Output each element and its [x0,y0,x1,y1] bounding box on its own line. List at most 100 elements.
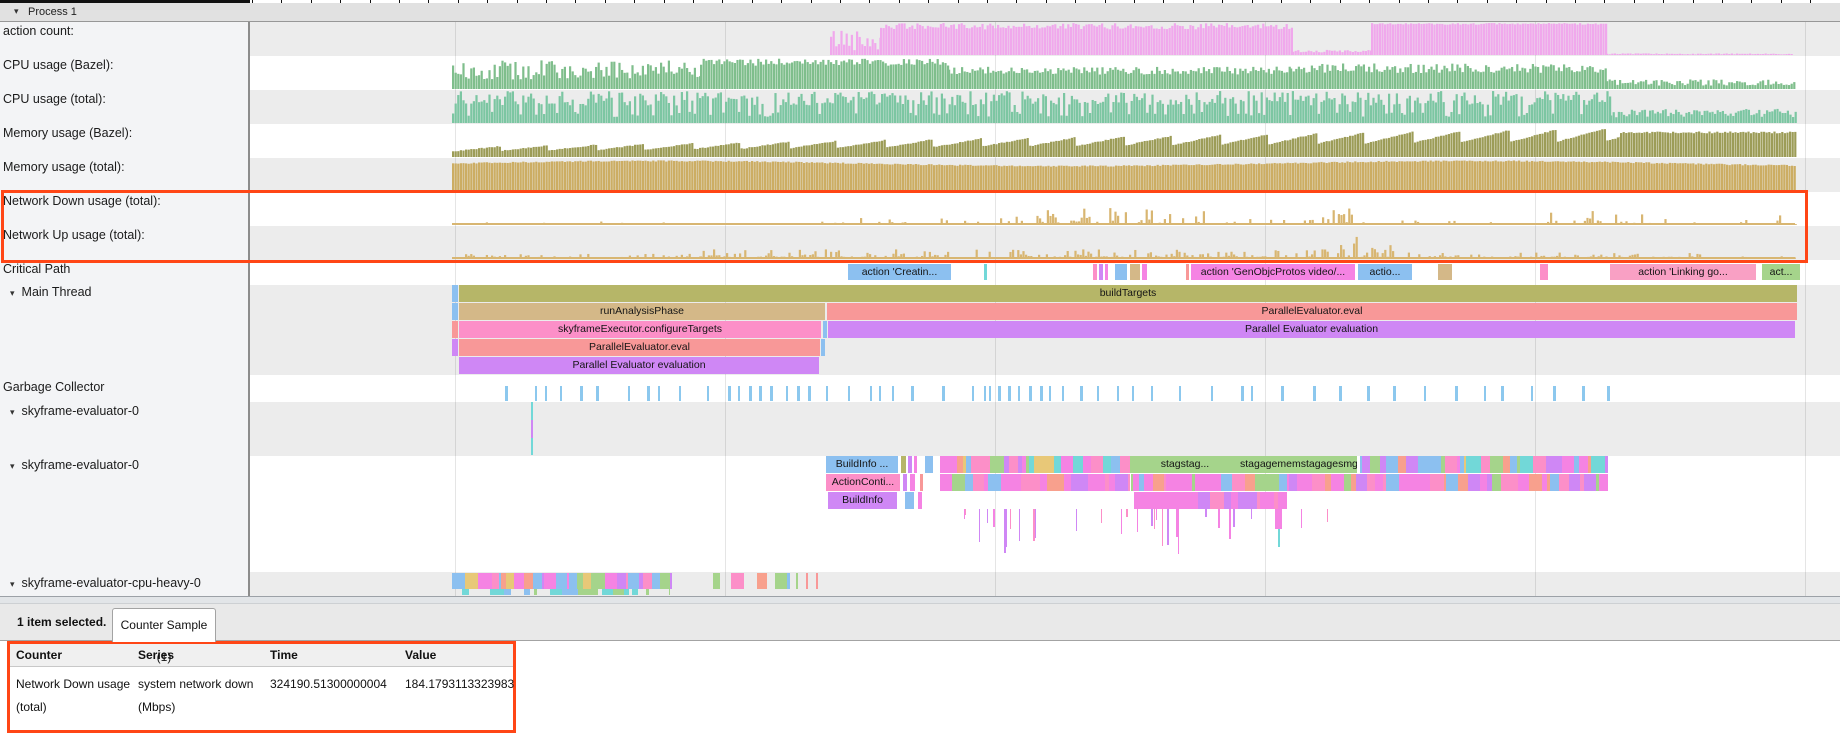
flame-drop-line[interactable] [993,509,995,527]
flame-chip[interactable] [1584,474,1597,491]
flame-line[interactable] [1275,509,1282,529]
gc-event-tick[interactable] [1607,386,1610,401]
timeline-chip[interactable] [920,474,923,491]
gc-event-tick[interactable] [545,386,548,401]
flame-chip[interactable] [965,474,974,491]
flame-chip[interactable] [1344,474,1351,491]
flame-chip[interactable] [1481,456,1490,473]
flame-chip[interactable] [1143,492,1153,509]
timeline-chip[interactable] [1186,264,1189,280]
flame-chip[interactable] [1009,456,1018,473]
flame-drop-line[interactable] [965,509,967,515]
flame-chip[interactable] [1427,456,1437,473]
tab-counter-sample[interactable]: Counter Sample (1) [112,608,216,642]
flame-chip[interactable] [713,573,721,589]
flame-chip[interactable] [1386,456,1397,473]
timeline-chip[interactable] [823,321,827,338]
flame-chip[interactable] [1134,492,1143,509]
flame-chip[interactable] [605,573,617,589]
flame-chip[interactable] [1375,474,1383,491]
timeline-chip[interactable] [1438,264,1452,280]
flame-chip[interactable] [1103,456,1110,473]
flame-chip[interactable] [1289,474,1296,491]
flame-chip[interactable] [558,573,567,589]
collapse-triangle-icon[interactable]: ▾ [10,288,15,298]
sidebar-track-label[interactable]: ▾Main Thread [10,285,91,299]
flame-chip[interactable] [1406,456,1418,473]
flame-drop-line[interactable] [1151,509,1153,526]
timeline-chip[interactable] [910,474,915,491]
flame-chip[interactable] [1446,474,1457,491]
flame-chip[interactable] [1518,474,1529,491]
flame-chip[interactable] [1520,456,1533,473]
flame-chip[interactable] [578,589,585,595]
timeline-span-main-thread-row-2[interactable]: ParallelEvaluator.eval [827,303,1797,320]
flame-chip[interactable] [1232,474,1245,491]
flame-chip[interactable] [1420,474,1427,491]
flame-chip[interactable] [1088,474,1101,491]
flame-chip[interactable] [1009,474,1021,491]
flame-drop-line[interactable] [1121,509,1123,534]
gc-event-tick[interactable] [998,386,1001,401]
flame-chip[interactable] [524,573,533,589]
gc-event-tick[interactable] [770,386,773,401]
flame-chip[interactable] [995,456,1004,473]
flame-drop-line[interactable] [1251,509,1253,519]
flame-chip[interactable] [1370,456,1380,473]
flame-drop-line[interactable] [1126,509,1128,517]
flame-chip[interactable] [1529,474,1543,491]
flame-chip[interactable] [1074,474,1087,491]
flame-drop-line[interactable] [1033,509,1035,541]
flame-chip[interactable] [1153,474,1164,491]
timeline-span-critical-path[interactable]: action 'Creatin... [848,264,951,280]
timeline-chip[interactable] [452,339,458,356]
flame-chip[interactable] [1533,456,1546,473]
flame-chip[interactable] [757,573,767,589]
flame-chip[interactable] [490,589,504,595]
flame-drop-line[interactable] [1178,509,1180,554]
flame-chip[interactable] [452,573,465,589]
gc-event-tick[interactable] [892,386,895,401]
gc-event-tick[interactable] [1484,386,1487,401]
gc-event-tick[interactable] [759,386,762,401]
flame-chip[interactable] [1115,474,1128,491]
flame-chip[interactable] [1186,492,1198,509]
flame-chip[interactable] [1224,492,1231,509]
flame-drop-line[interactable] [987,509,989,523]
flame-line[interactable] [1278,529,1280,547]
flame-drop-line[interactable] [1218,509,1220,528]
sidebar-track-label[interactable]: ▾skyframe-evaluator-0 [10,404,139,418]
gc-event-tick[interactable] [1151,386,1154,401]
flame-chip[interactable] [462,589,469,595]
gc-event-tick[interactable] [1424,386,1427,401]
gc-event-tick[interactable] [1313,386,1316,401]
flame-chip[interactable] [1356,474,1367,491]
timeline-span-critical-path[interactable]: action 'GenObjcProtos video/... [1191,264,1355,280]
flame-chip[interactable] [1501,474,1510,491]
flame-chip[interactable] [534,589,537,595]
gc-event-tick[interactable] [1097,386,1100,401]
flame-chip[interactable] [1591,456,1605,473]
flame-chip[interactable] [1555,456,1562,473]
flame-chip[interactable] [670,573,672,589]
flame-chip[interactable] [952,474,965,491]
timeline-chip[interactable] [918,492,922,509]
flame-chip[interactable] [1210,492,1224,509]
flame-chip[interactable] [1562,456,1575,473]
gc-event-tick[interactable] [679,386,682,401]
flame-chip[interactable] [465,573,478,589]
timeline-span-main-thread-row-1[interactable]: buildTargets [459,285,1797,302]
timeline-span-main-thread-row-4[interactable]: ParallelEvaluator.eval [459,339,820,356]
flame-chip[interactable] [971,456,980,473]
timeline-chip[interactable] [1142,264,1147,280]
gc-event-tick[interactable] [1339,386,1342,401]
gc-event-tick[interactable] [1251,386,1254,401]
flame-chip[interactable] [1282,492,1287,509]
flame-chip[interactable] [1279,474,1287,491]
flame-chip[interactable] [940,474,952,491]
sidebar-track-label[interactable]: ▾skyframe-evaluator-cpu-heavy-0 [10,576,201,590]
flame-chip[interactable] [1001,474,1009,491]
flame-line[interactable] [796,573,798,589]
flame-chip[interactable] [492,573,499,589]
gc-event-tick[interactable] [1040,386,1043,401]
